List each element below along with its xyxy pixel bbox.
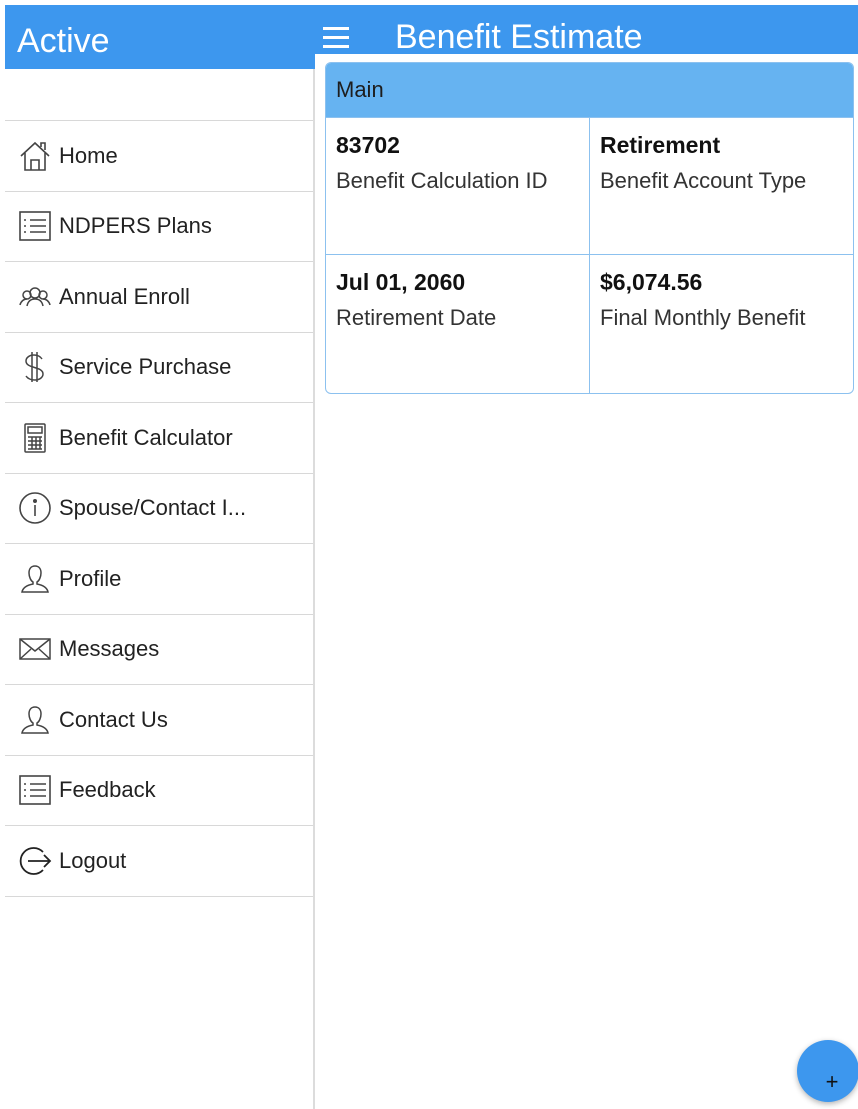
card-row: 83702 Benefit Calculation ID Retirement … bbox=[326, 117, 853, 254]
sidebar-item-benefit-calculator[interactable]: Benefit Calculator bbox=[5, 403, 313, 474]
sidebar-item-label: Feedback bbox=[59, 777, 156, 803]
sidebar-item-annual-enroll[interactable]: Annual Enroll bbox=[5, 262, 313, 333]
sidebar-item-label: Home bbox=[59, 142, 118, 168]
logout-icon bbox=[15, 841, 55, 881]
benefit-account-type-label: Benefit Account Type bbox=[600, 168, 807, 193]
sidebar-item-contact-us[interactable]: Contact Us bbox=[5, 685, 313, 756]
sidebar-item-ndpers-plans[interactable]: NDPERS Plans bbox=[5, 192, 313, 262]
sidebar-item-label: Messages bbox=[59, 636, 160, 662]
benefit-account-type-cell: Retirement Benefit Account Type bbox=[589, 118, 853, 254]
people-icon bbox=[15, 277, 55, 317]
benefit-account-type-value: Retirement bbox=[600, 132, 721, 158]
add-button[interactable]: + bbox=[797, 1040, 858, 1102]
benefit-estimate-card: Main 83702 Benefit Calculation ID Retire… bbox=[325, 62, 854, 394]
retirement-date-value: Jul 01, 2060 bbox=[336, 269, 466, 295]
drawer-title: Active bbox=[17, 22, 110, 60]
sidebar: Home NDPERS Plans Annual Enroll Service … bbox=[5, 69, 315, 1109]
sidebar-item-logout[interactable]: Logout bbox=[5, 826, 313, 897]
home-icon bbox=[15, 136, 55, 176]
sidebar-item-label: Benefit Calculator bbox=[59, 424, 233, 450]
sidebar-item-label: Logout bbox=[59, 847, 127, 873]
final-monthly-benefit-value: $6,074.56 bbox=[600, 269, 703, 295]
info-icon bbox=[15, 488, 55, 528]
plus-icon: + bbox=[825, 1069, 839, 1094]
dollar-icon bbox=[15, 347, 55, 387]
app-bar: Benefit Estimate bbox=[315, 5, 858, 54]
sidebar-spacer bbox=[5, 69, 313, 121]
benefit-calculation-id-cell: 83702 Benefit Calculation ID bbox=[326, 118, 589, 254]
retirement-date-cell: Jul 01, 2060 Retirement Date bbox=[326, 255, 589, 393]
benefit-calculation-id-value: 83702 bbox=[336, 132, 400, 158]
final-monthly-benefit-label: Final Monthly Benefit bbox=[600, 305, 806, 330]
sidebar-item-spouse-contact[interactable]: Spouse/Contact I... bbox=[5, 474, 313, 544]
page-title: Benefit Estimate bbox=[395, 18, 643, 54]
retirement-date-label: Retirement Date bbox=[336, 305, 497, 330]
sidebar-item-messages[interactable]: Messages bbox=[5, 615, 313, 685]
person-icon bbox=[15, 559, 55, 599]
sidebar-item-label: NDPERS Plans bbox=[59, 213, 212, 239]
list-icon bbox=[15, 770, 55, 810]
sidebar-item-label: Service Purchase bbox=[59, 354, 232, 380]
card-row: Jul 01, 2060 Retirement Date $6,074.56 F… bbox=[326, 254, 853, 393]
benefit-calculation-id-label: Benefit Calculation ID bbox=[336, 168, 548, 193]
final-monthly-benefit-cell: $6,074.56 Final Monthly Benefit bbox=[589, 255, 853, 393]
list-icon bbox=[15, 206, 55, 246]
mail-icon bbox=[15, 629, 55, 669]
person-icon bbox=[15, 700, 55, 740]
sidebar-item-label: Contact Us bbox=[59, 706, 168, 732]
sidebar-item-label: Profile bbox=[59, 565, 122, 591]
sidebar-item-profile[interactable]: Profile bbox=[5, 544, 313, 615]
sidebar-item-feedback[interactable]: Feedback bbox=[5, 756, 313, 826]
menu-icon[interactable] bbox=[323, 27, 349, 48]
sidebar-item-home[interactable]: Home bbox=[5, 121, 313, 192]
sidebar-item-service-purchase[interactable]: Service Purchase bbox=[5, 333, 313, 403]
sidebar-item-label: Spouse/Contact I... bbox=[59, 495, 247, 521]
calculator-icon bbox=[15, 418, 55, 458]
drawer-header: Active bbox=[5, 5, 315, 69]
sidebar-item-label: Annual Enroll bbox=[59, 283, 190, 309]
card-header: Main bbox=[326, 63, 853, 117]
